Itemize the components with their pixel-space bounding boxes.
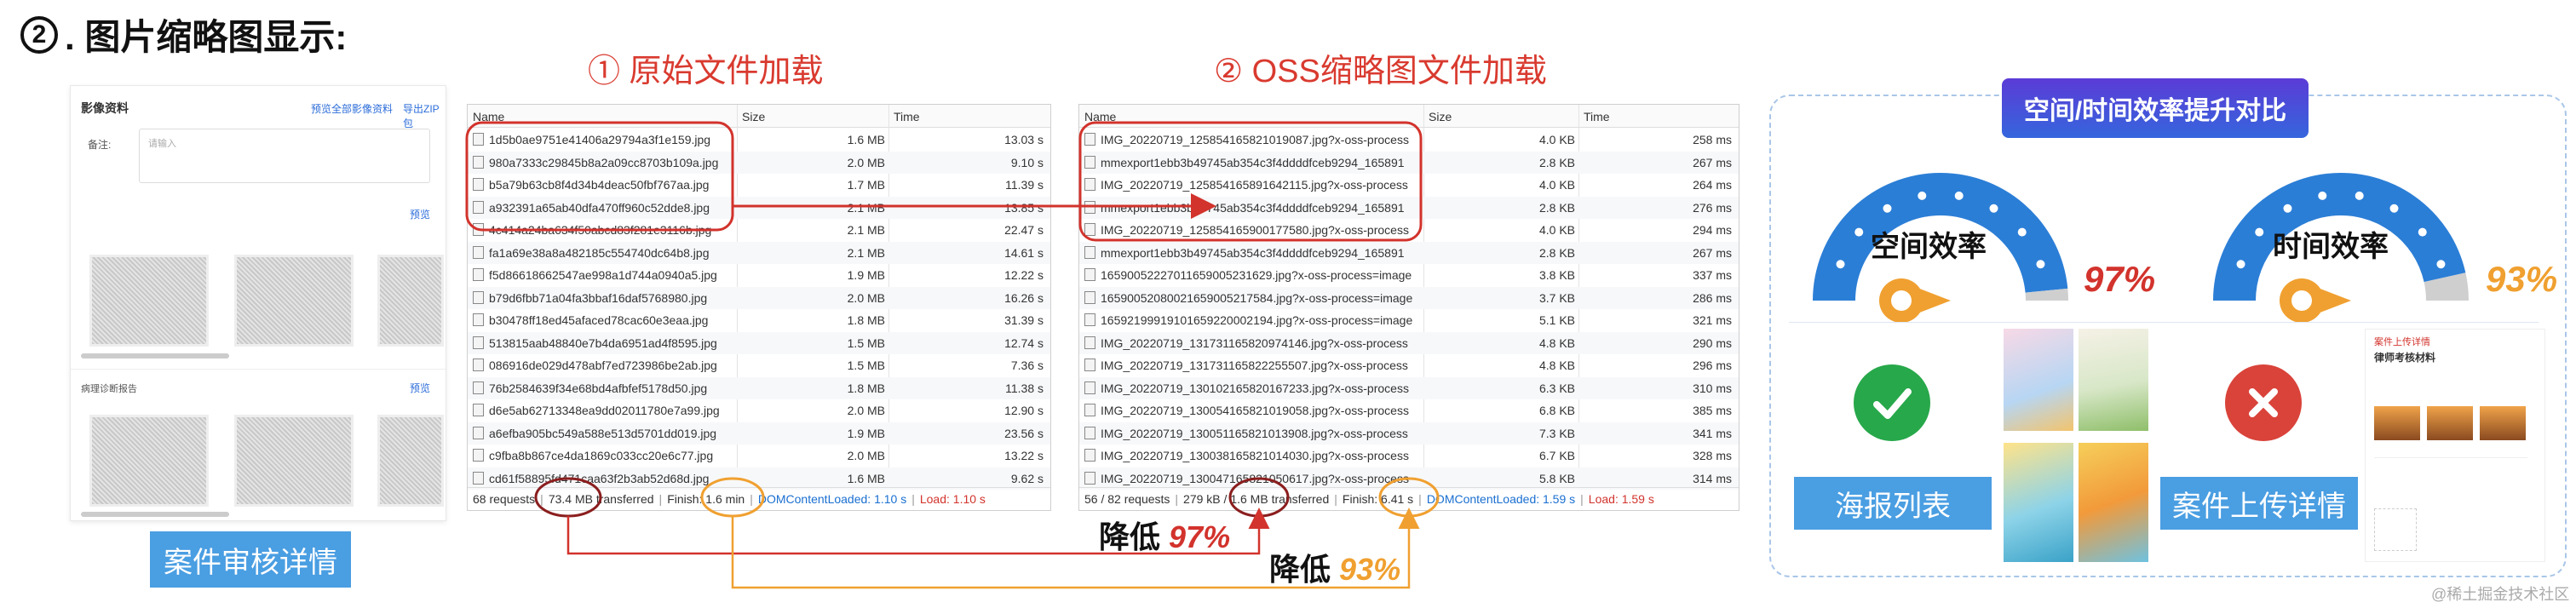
- highlight-oss-rows: [1078, 121, 1423, 242]
- upload-placeholder: [2374, 508, 2417, 551]
- size-ellipse-2: [1228, 477, 1290, 518]
- reduce-label: 降低: [1099, 519, 1161, 554]
- size-ellipse-1: [534, 477, 602, 518]
- watermark: @稀土掘金技术社区: [2431, 586, 2570, 603]
- gauge1-title: 空间效率: [1871, 231, 1987, 263]
- poster-thumbnail[interactable]: [2079, 329, 2148, 431]
- poster-thumbnail[interactable]: [2079, 443, 2148, 562]
- mini-title: 案件上传详情: [2374, 337, 2430, 347]
- mini-thumbnail: [2427, 406, 2473, 440]
- close-icon: [2225, 364, 2302, 441]
- gauge1-percent: 97%: [2084, 259, 2156, 299]
- poster-thumbnail[interactable]: [2004, 443, 2073, 562]
- time-reduction-label: 降低 93%: [1269, 545, 1400, 589]
- case-upload-mini-screenshot: 案件上传详情 律师考核材料: [2365, 329, 2545, 562]
- mini-thumbnail: [2480, 406, 2526, 440]
- reduce-label: 降低: [1269, 552, 1331, 587]
- reduce-percent: 93%: [1339, 552, 1401, 587]
- case-upload-detail-button[interactable]: 案件上传详情: [2160, 477, 2358, 530]
- finish-ellipse-2: [1378, 477, 1440, 518]
- finish-ellipse-1: [700, 477, 765, 518]
- mini-thumbnail: [2374, 406, 2420, 440]
- size-reduction-label: 降低 97%: [1099, 513, 1230, 557]
- highlight-original-rows: [465, 121, 734, 232]
- gauge2-percent: 93%: [2486, 259, 2558, 299]
- check-icon: [1854, 364, 1930, 441]
- reduce-percent: 97%: [1169, 519, 1231, 554]
- poster-list-button[interactable]: 海报列表: [1794, 477, 1992, 530]
- poster-thumbnail[interactable]: [2004, 329, 2073, 431]
- panel-divider: [1789, 322, 2539, 323]
- mini-subtitle: 律师考核材料: [2374, 352, 2436, 364]
- gauge2-title: 时间效率: [2273, 231, 2389, 263]
